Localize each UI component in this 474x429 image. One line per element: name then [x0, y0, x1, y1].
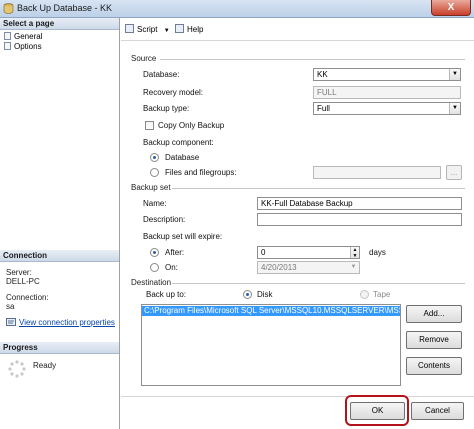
chevron-down-icon[interactable]: ▼ [164, 28, 170, 34]
backup-type-value: Full [317, 104, 330, 113]
expire-label: Backup set will expire: [143, 232, 223, 241]
days-spinner[interactable]: ▲ ▼ [350, 247, 359, 259]
backup-set-divider [172, 188, 465, 189]
remove-button[interactable]: Remove [406, 331, 462, 349]
server-value: DELL-PC [6, 277, 40, 286]
toolbar: Script ▼ Help [121, 19, 474, 41]
expire-after-radio[interactable] [150, 248, 159, 257]
tape-radio [360, 290, 369, 299]
view-connection-properties-link[interactable]: View connection properties [19, 318, 115, 327]
database-value: KK [317, 70, 328, 79]
tape-label: Tape [373, 290, 391, 299]
view-connection-properties[interactable]: View connection properties [6, 318, 115, 328]
recovery-model-field: FULL [313, 86, 461, 99]
files-filegroups-label: Files and filegroups: [165, 168, 237, 177]
database-app-icon [3, 3, 14, 14]
connection-value: sa [6, 302, 15, 311]
page-general-label: General [14, 32, 43, 41]
page-icon [4, 42, 11, 50]
on-label: On: [165, 263, 178, 272]
connection-properties-icon [6, 318, 16, 326]
backup-name-input[interactable]: KK-Full Database Backup [257, 197, 462, 210]
days-label: days [369, 248, 386, 257]
progress-status: Ready [33, 361, 57, 370]
script-button[interactable]: Script ▼ [125, 23, 170, 36]
after-label: After: [165, 248, 185, 257]
progress-header: Progress [0, 342, 119, 354]
chevron-down-icon: ▼ [449, 69, 460, 80]
recovery-model-label: Recovery model: [143, 88, 204, 97]
database-radio-label: Database [165, 153, 200, 162]
connection-header: Connection [0, 250, 119, 262]
page-options[interactable]: Options [4, 42, 42, 52]
window-title: Back Up Database - KK [17, 3, 113, 13]
back-up-to-label: Back up to: [146, 290, 187, 299]
calendar-dropdown-icon: ▼ [350, 264, 357, 270]
backup-component-label: Backup component: [143, 138, 214, 147]
destination-divider [172, 283, 465, 284]
window-title-bar[interactable]: Back Up Database - KK X [0, 0, 474, 18]
page-icon [4, 32, 11, 40]
help-icon [175, 24, 184, 33]
contents-button[interactable]: Contents [406, 357, 462, 375]
files-filegroups-field [313, 166, 441, 179]
expire-on-radio[interactable] [150, 263, 159, 272]
database-select[interactable]: KK ▼ [313, 68, 461, 81]
progress-spinner-icon [8, 360, 26, 378]
copy-only-label: Copy Only Backup [158, 121, 225, 130]
source-divider [160, 59, 465, 60]
ok-highlight-annotation [345, 395, 409, 426]
database-label: Database: [143, 70, 180, 79]
description-input[interactable] [257, 213, 462, 226]
disk-radio[interactable] [243, 290, 252, 299]
database-radio[interactable] [150, 153, 159, 162]
files-browse-button: ... [446, 165, 462, 180]
page-options-label: Options [14, 42, 42, 51]
select-page-header: Select a page [0, 18, 119, 30]
expire-date-picker: 4/20/2013 ▼ [257, 261, 360, 274]
destination-list[interactable]: C:\Program Files\Microsoft SQL Server\MS… [141, 304, 401, 386]
name-label: Name: [143, 199, 167, 208]
description-label: Description: [143, 215, 186, 224]
help-label: Help [187, 25, 204, 34]
expire-date-value: 4/20/2013 [261, 263, 297, 272]
copy-only-checkbox[interactable] [145, 121, 154, 130]
close-button[interactable]: X [431, 0, 471, 16]
help-button[interactable]: Help [175, 23, 203, 36]
source-group-title: Source [131, 54, 157, 63]
expire-days-value: 0 [261, 248, 266, 257]
backup-type-label: Backup type: [143, 104, 190, 113]
disk-label: Disk [257, 290, 273, 299]
script-icon [125, 24, 134, 33]
files-filegroups-radio[interactable] [150, 168, 159, 177]
expire-days-input[interactable]: 0 ▲ ▼ [257, 246, 360, 259]
add-button[interactable]: Add... [406, 305, 462, 323]
destination-group-title: Destination [131, 278, 172, 287]
chevron-down-icon: ▼ [449, 103, 460, 114]
backup-type-select[interactable]: Full ▼ [313, 102, 461, 115]
page-general[interactable]: General [4, 32, 42, 42]
backup-set-group-title: Backup set [131, 183, 171, 192]
cancel-button[interactable]: Cancel [411, 402, 464, 420]
script-label: Script [137, 25, 158, 34]
destination-path-item[interactable]: C:\Program Files\Microsoft SQL Server\MS… [142, 306, 400, 316]
